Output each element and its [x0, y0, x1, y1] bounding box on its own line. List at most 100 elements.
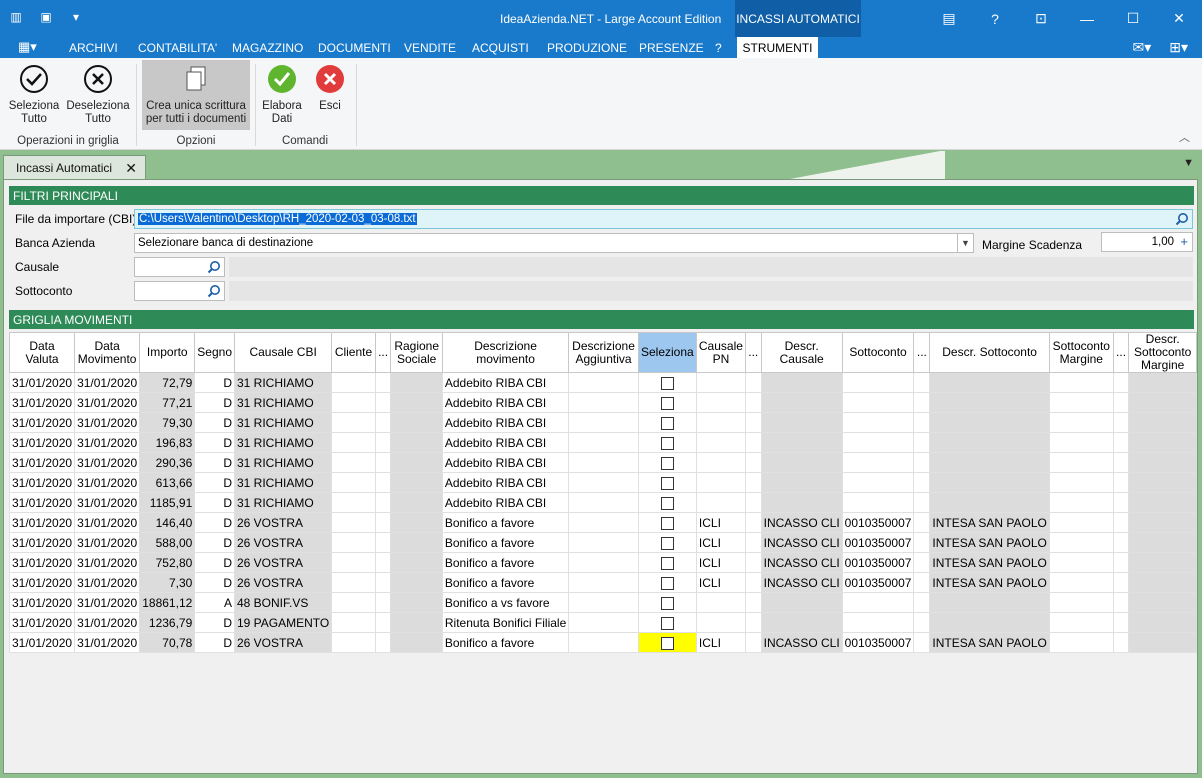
cell-cbi[interactable]: 26 VOSTRA [233, 572, 333, 593]
cell-cbi[interactable]: 31 RICHIAMO [233, 492, 333, 513]
cell-empty[interactable] [390, 612, 443, 633]
banca-select[interactable]: Selezionare banca di destinazione ▼ [134, 233, 974, 253]
cell-empty[interactable] [390, 592, 443, 613]
seleziona-checkbox[interactable] [660, 596, 674, 610]
cell-empty[interactable] [1112, 472, 1130, 493]
cell-empty[interactable] [331, 412, 376, 433]
cell-dcaus[interactable]: INCASSO CLI [760, 632, 843, 653]
cell-sotto[interactable]: 0010350007 [841, 572, 915, 593]
cell-empty[interactable] [568, 572, 639, 593]
cell-seg[interactable]: D [194, 492, 235, 513]
menu-documenti[interactable]: DOCUMENTI [318, 41, 391, 55]
cell-seg[interactable]: D [194, 552, 235, 573]
cell-empty[interactable] [568, 432, 639, 453]
cell-cpn[interactable] [695, 372, 746, 393]
col-header-segno[interactable]: Segno [194, 332, 235, 373]
col-header-sottoconto[interactable]: Sottoconto [841, 332, 915, 373]
cell-dsotto[interactable]: INTESA SAN PAOLO [929, 552, 1050, 573]
cell-empty[interactable] [1112, 612, 1130, 633]
cell-dcaus[interactable] [760, 472, 843, 493]
seleziona-checkbox[interactable] [660, 476, 674, 490]
margine-input[interactable]: 1,00 + [1101, 232, 1193, 252]
cell-empty[interactable] [331, 472, 376, 493]
cell-empty[interactable] [913, 372, 931, 393]
cell-seg[interactable]: D [194, 532, 235, 553]
cell-empty[interactable] [568, 612, 639, 633]
cell-imp[interactable]: 196,83 [139, 432, 196, 453]
cell-dm[interactable]: 31/01/2020 [74, 392, 141, 413]
menu-acquisti[interactable]: ACQUISTI [472, 41, 529, 55]
cell-empty[interactable] [1128, 412, 1197, 433]
cell-seg[interactable]: A [194, 592, 235, 613]
cell-empty[interactable] [331, 552, 376, 573]
cell-empty[interactable] [913, 552, 931, 573]
cell-empty[interactable] [374, 452, 392, 473]
mail-icon[interactable]: ✉▾ [1132, 39, 1151, 56]
cell-imp[interactable]: 290,36 [139, 452, 196, 473]
cell-cpn[interactable] [695, 592, 746, 613]
cell-cbi[interactable]: 19 PAGAMENTO [233, 612, 333, 633]
cell-empty[interactable] [568, 412, 639, 433]
col-header-causale-pn-lookup[interactable]: ... [744, 332, 762, 373]
cell-empty[interactable] [1112, 512, 1130, 533]
cell-empty[interactable] [913, 512, 931, 533]
cell-dm[interactable]: 31/01/2020 [74, 572, 141, 593]
causale-search-icon[interactable] [207, 260, 221, 274]
cell-empty[interactable] [390, 392, 443, 413]
cell-cbi[interactable]: 31 RICHIAMO [233, 392, 333, 413]
cell-seg[interactable]: D [194, 572, 235, 593]
file-browse-search-icon[interactable] [1175, 212, 1189, 226]
cell-empty[interactable] [744, 432, 762, 453]
cell-sotto[interactable] [841, 412, 915, 433]
cell-empty[interactable] [568, 632, 639, 653]
cell-dsotto[interactable]: INTESA SAN PAOLO [929, 512, 1050, 533]
cell-dcaus[interactable] [760, 432, 843, 453]
cell-sotto[interactable] [841, 452, 915, 473]
cell-empty[interactable] [568, 452, 639, 473]
seleziona-checkbox[interactable] [660, 516, 674, 530]
sottoconto-input[interactable] [134, 281, 225, 301]
cell-empty[interactable] [744, 612, 762, 633]
cell-imp[interactable]: 72,79 [139, 372, 196, 393]
cell-empty[interactable] [568, 532, 639, 553]
seleziona-checkbox[interactable] [660, 636, 674, 650]
cell-cbi[interactable]: 26 VOSTRA [233, 632, 333, 653]
col-header-descr-causale[interactable]: Descr. Causale [760, 332, 843, 373]
cell-cpn[interactable] [695, 492, 746, 513]
quick-access-dropdown-icon[interactable]: ▾ [68, 9, 84, 25]
cell-empty[interactable] [1048, 392, 1114, 413]
cell-empty[interactable] [913, 392, 931, 413]
cell-empty[interactable] [1048, 552, 1114, 573]
cell-cbi[interactable]: 26 VOSTRA [233, 552, 333, 573]
cell-sotto[interactable] [841, 392, 915, 413]
cell-dv[interactable]: 31/01/2020 [8, 552, 76, 573]
cell-empty[interactable] [390, 632, 443, 653]
cell-empty[interactable] [1048, 532, 1114, 553]
cell-empty[interactable] [331, 492, 376, 513]
cell-dm[interactable]: 31/01/2020 [74, 412, 141, 433]
cell-cpn[interactable] [695, 432, 746, 453]
cell-empty[interactable] [374, 592, 392, 613]
cell-empty[interactable] [744, 472, 762, 493]
col-header-sottoconto-margine-lookup[interactable]: ... [1112, 332, 1130, 373]
cell-empty[interactable] [1128, 492, 1197, 513]
seleziona-checkbox[interactable] [660, 556, 674, 570]
cell-imp[interactable]: 613,66 [139, 472, 196, 493]
cell-sotto[interactable]: 0010350007 [841, 532, 915, 553]
cell-empty[interactable] [913, 612, 931, 633]
table-row[interactable]: 31/01/2020 31/01/2020 588,00 D 26 VOSTRA Boni… [8, 532, 1197, 553]
cell-dsotto[interactable] [929, 372, 1050, 393]
col-header-sottoconto-margine[interactable]: Sottoconto Margine [1048, 332, 1114, 373]
cell-desc[interactable]: Addebito RIBA CBI [441, 392, 570, 413]
cell-empty[interactable] [744, 392, 762, 413]
cell-empty[interactable] [390, 552, 443, 573]
cell-seg[interactable]: D [194, 372, 235, 393]
cell-empty[interactable] [331, 592, 376, 613]
cell-empty[interactable] [374, 472, 392, 493]
cell-empty[interactable] [744, 532, 762, 553]
cell-empty[interactable] [1128, 372, 1197, 393]
cell-cbi[interactable]: 31 RICHIAMO [233, 472, 333, 493]
cell-empty[interactable] [1128, 472, 1197, 493]
cell-empty[interactable] [1112, 452, 1130, 473]
cell-dm[interactable]: 31/01/2020 [74, 452, 141, 473]
